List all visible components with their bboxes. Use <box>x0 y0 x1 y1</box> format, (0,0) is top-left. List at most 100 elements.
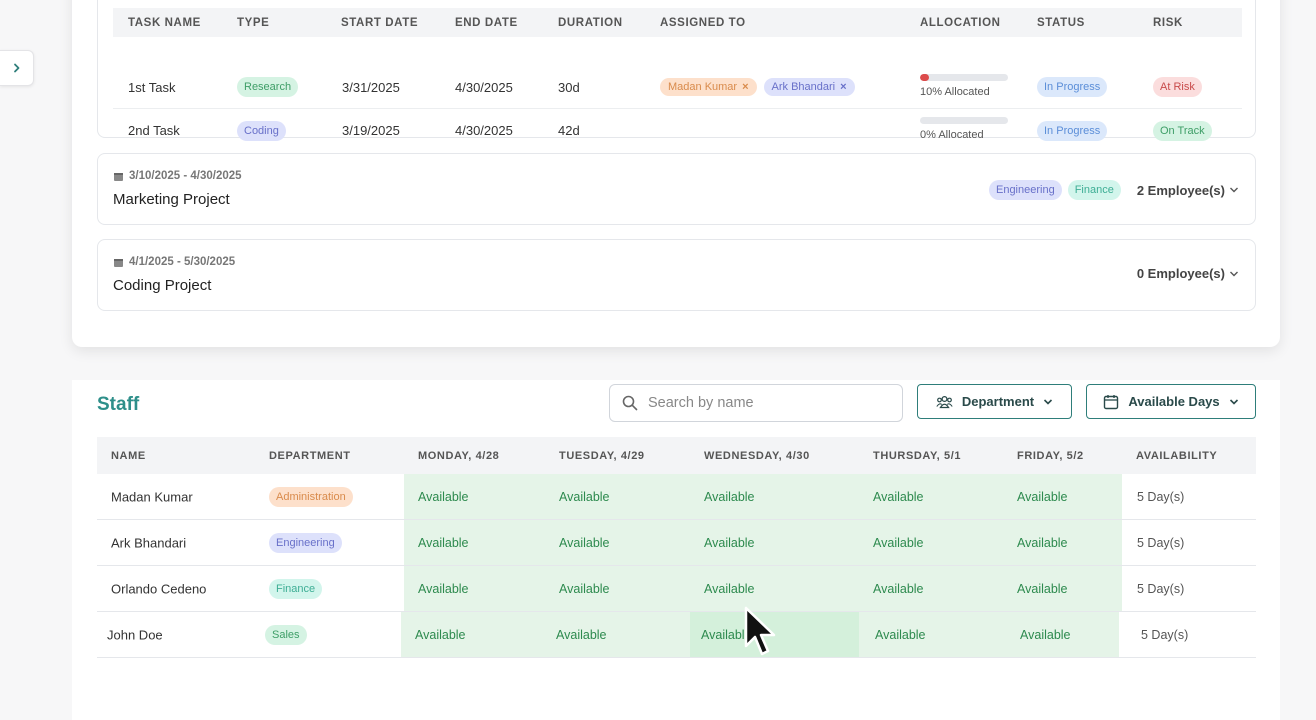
day-cell-4: Available <box>1020 627 1071 642</box>
department-badge: Engineering <box>988 180 1062 200</box>
staff-name: John Doe <box>107 627 163 642</box>
day-cell-0: Available <box>418 489 469 504</box>
allocation-fill <box>920 74 929 81</box>
project-dates: 3/10/2025 - 4/30/2025 <box>113 170 242 182</box>
chevron-down-icon <box>1230 271 1238 276</box>
day-cell-3: Available <box>873 535 924 550</box>
staff-name: Madan Kumar <box>111 489 193 504</box>
assignee-chip[interactable]: Ark Bhandari × <box>763 78 855 96</box>
available-days-filter-button[interactable]: Available Days <box>1086 384 1256 419</box>
day-cell-0: Available <box>418 535 469 550</box>
day-cell-3: Available <box>873 581 924 596</box>
task-allocation: 0% Allocated <box>920 117 1008 141</box>
staff-card: Staff Department Available Days NAME DEP… <box>72 380 1280 720</box>
day-cell-4: Available <box>1017 581 1068 596</box>
day-cell-2: Available <box>704 535 755 550</box>
allocation-bar <box>920 117 1008 124</box>
calendar-icon <box>114 258 123 267</box>
employee-count: 2 Employee(s) <box>1136 182 1225 198</box>
project-dates: 4/1/2025 - 5/30/2025 <box>113 256 235 268</box>
chevron-down-icon <box>1044 398 1053 405</box>
search-input[interactable] <box>648 395 878 411</box>
search-icon <box>622 395 638 411</box>
project-name: Coding Project <box>113 277 212 294</box>
assignee-chip[interactable]: Madan Kumar × <box>660 78 757 96</box>
availability-band <box>404 474 1122 519</box>
available-days-label: Available Days <box>1128 394 1220 409</box>
staff-row[interactable]: Orlando Cedeno Finance Available Available A… <box>97 566 1256 612</box>
staff-row[interactable]: John Doe Sales Available Available Available… <box>97 612 1256 658</box>
task-row[interactable]: 2nd Task Coding 3/19/2025 4/30/2025 42d … <box>113 109 1242 152</box>
col-monday: MONDAY, 4/28 <box>418 449 500 462</box>
day-cell-1: Available <box>559 489 610 504</box>
task-panel: TASK NAME TYPE START DATE END DATE DURAT… <box>97 0 1256 141</box>
project-date-range: 4/1/2025 - 5/30/2025 <box>129 256 236 268</box>
col-tuesday: TUESDAY, 4/29 <box>559 449 645 462</box>
task-assignees: Madan Kumar × Ark Bhandari × <box>660 78 862 96</box>
day-cell-1: Available <box>559 535 610 550</box>
department-badge: Finance <box>269 578 323 599</box>
remove-icon[interactable]: × <box>742 81 748 93</box>
projects-card: TASK NAME TYPE START DATE END DATE DURAT… <box>72 0 1280 347</box>
day-cell-0: Available <box>418 581 469 596</box>
col-friday: FRIDAY, 5/2 <box>1017 449 1084 462</box>
remove-icon[interactable]: × <box>840 81 846 93</box>
employee-count-toggle[interactable]: 0 Employee(s) <box>1137 266 1239 281</box>
task-table: TASK NAME TYPE START DATE END DATE DURAT… <box>113 8 1242 152</box>
day-cell-2: Available <box>704 489 755 504</box>
availability-band <box>404 566 1122 611</box>
project-item-coding[interactable]: 4/1/2025 - 5/30/2025 Coding Project 0 Em… <box>97 239 1256 311</box>
task-start-date: 3/31/2025 <box>342 79 400 95</box>
department-badge: Finance <box>1067 180 1121 200</box>
staff-name: Ark Bhandari <box>111 535 187 550</box>
department-badge: Sales <box>265 624 307 645</box>
staff-name: Orlando Cedeno <box>111 581 207 596</box>
task-duration: 30d <box>558 79 580 95</box>
task-name: 1st Task <box>128 79 176 95</box>
availability-count: 5 Day(s) <box>1137 581 1185 596</box>
project-meta: Engineering Finance 2 Employee(s) <box>988 180 1239 200</box>
col-name: NAME <box>111 449 146 462</box>
sidebar-expand-button[interactable] <box>0 50 34 86</box>
staff-row[interactable]: Ark Bhandari Engineering Available Availabl… <box>97 520 1256 566</box>
chevron-down-icon <box>1230 187 1238 193</box>
col-department: DEPARTMENT <box>269 449 351 462</box>
calendar-icon <box>114 172 123 181</box>
day-cell-0: Available <box>415 627 466 642</box>
search-field[interactable] <box>609 384 903 422</box>
project-item-marketing[interactable]: 3/10/2025 - 4/30/2025 Marketing Project … <box>97 153 1256 225</box>
chevron-down-icon <box>1229 398 1238 405</box>
task-duration: 42d <box>558 123 580 138</box>
day-cell-3: Available <box>873 489 924 504</box>
staff-table: NAME DEPARTMENT MONDAY, 4/28 TUESDAY, 4/… <box>97 437 1256 658</box>
calendar-icon <box>1104 394 1119 409</box>
task-type-badge: Research <box>237 77 299 97</box>
availability-count: 5 Day(s) <box>1141 627 1189 642</box>
task-type-badge: Coding <box>237 120 286 141</box>
day-cell-4: Available <box>1017 489 1068 504</box>
chevron-right-icon <box>13 63 19 73</box>
users-icon <box>936 395 953 408</box>
col-thursday: THURSDAY, 5/1 <box>873 449 962 462</box>
task-start-date: 3/19/2025 <box>342 123 400 138</box>
task-status-badge: In Progress <box>1037 120 1108 141</box>
employee-count: 0 Employee(s) <box>1136 266 1225 281</box>
department-filter-button[interactable]: Department <box>917 384 1072 419</box>
day-cell-2: Available <box>701 627 752 642</box>
task-status-badge: In Progress <box>1037 77 1108 97</box>
task-name: 2nd Task <box>128 123 180 138</box>
employee-count-toggle[interactable]: 2 Employee(s) <box>1137 183 1239 198</box>
assignee-name: Ark Bhandari <box>771 81 836 93</box>
day-cell-1: Available <box>556 627 607 642</box>
department-badge: Engineering <box>269 532 342 553</box>
task-row[interactable]: 1st Task Research 3/31/2025 4/30/2025 30… <box>113 66 1242 109</box>
availability-band <box>404 520 1122 565</box>
col-availability: AVAILABILITY <box>1136 449 1218 462</box>
allocation-text: 0% Allocated <box>920 129 984 141</box>
staff-row[interactable]: Madan Kumar Administration Available Availa… <box>97 474 1256 520</box>
allocation-text: 10% Allocated <box>920 86 990 98</box>
department-badge: Administration <box>269 486 353 507</box>
day-cell-4: Available <box>1017 535 1068 550</box>
availability-count: 5 Day(s) <box>1137 489 1185 504</box>
staff-title: Staff <box>97 394 140 415</box>
